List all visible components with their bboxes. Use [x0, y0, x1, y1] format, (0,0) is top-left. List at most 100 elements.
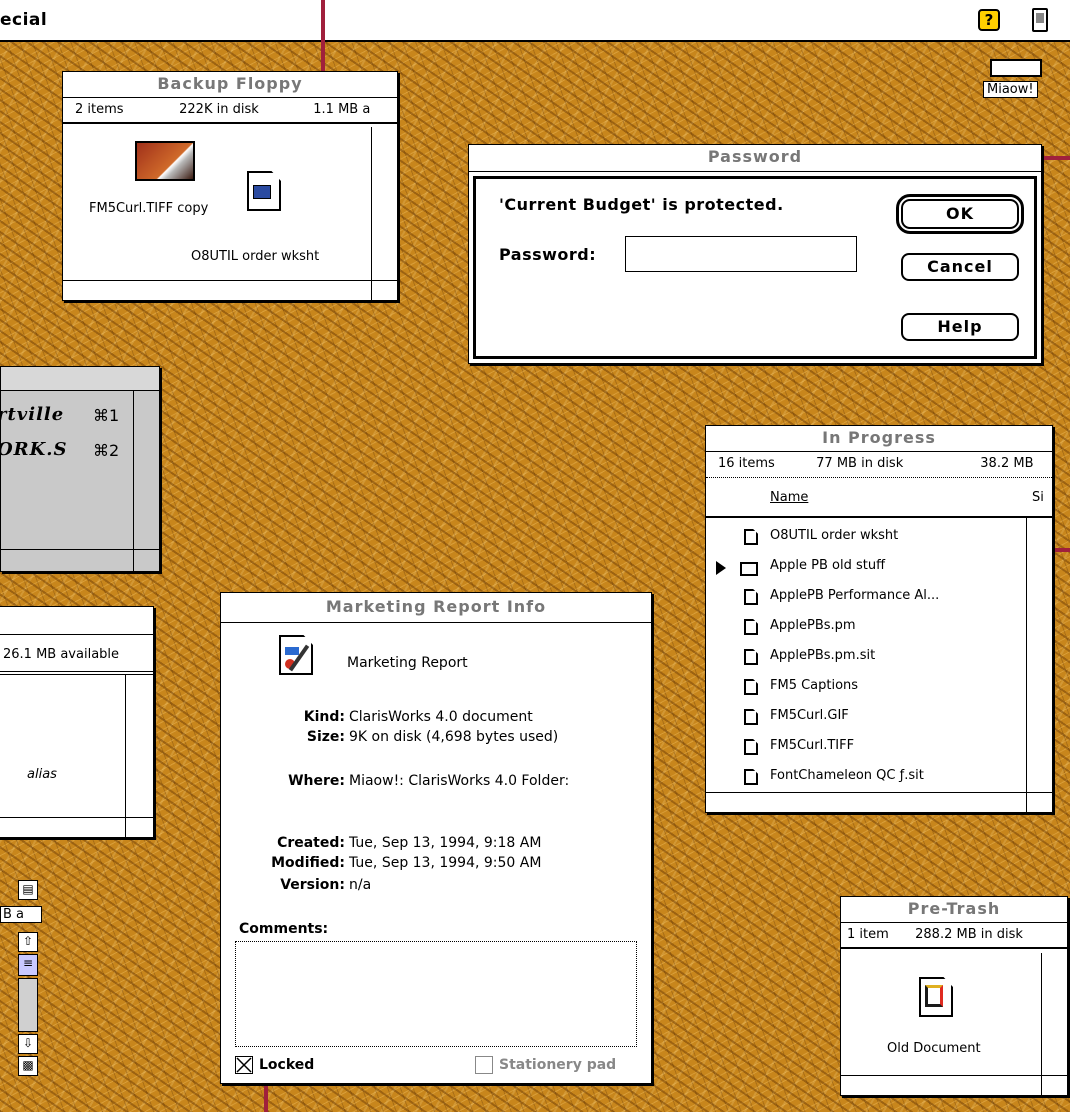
disk-available: 26.1 MB available: [3, 647, 120, 662]
application-icon[interactable]: [1032, 8, 1048, 32]
disk-window[interactable]: 26.1 MB available alias: [0, 606, 154, 838]
locked-label[interactable]: Locked: [259, 1057, 314, 1073]
column-header-name[interactable]: Name: [770, 490, 808, 505]
in-progress-window[interactable]: In Progress 16 items 77 MB in disk 38.2 …: [705, 425, 1053, 813]
document-icon: [744, 739, 758, 755]
document-icon: [744, 709, 758, 725]
document-icon[interactable]: [279, 635, 315, 679]
list-item[interactable]: ApplePB Performance Al...: [706, 584, 1026, 612]
help-button[interactable]: Help: [901, 313, 1019, 341]
disk-available: 1.1 MB a: [313, 102, 371, 117]
window-title[interactable]: Backup Floppy: [63, 72, 397, 98]
scroll-down-icon[interactable]: ⇩: [18, 1034, 38, 1054]
resize-box-icon[interactable]: ▩: [18, 1056, 38, 1076]
window-info-bar: 16 items 77 MB in disk 38.2 MB: [706, 452, 1052, 478]
list-item[interactable]: FM5Curl.TIFF: [706, 734, 1026, 762]
partial-size-label: B a: [0, 906, 42, 923]
backup-floppy-window[interactable]: Backup Floppy 2 items 222K in disk 1.1 M…: [62, 71, 398, 301]
pre-trash-window[interactable]: Pre-Trash 1 item 288.2 MB in disk Old Do…: [840, 896, 1068, 1096]
column-header-size[interactable]: Si: [1032, 490, 1044, 505]
document-icon: [744, 589, 758, 605]
horizontal-scrollbar[interactable]: [0, 817, 153, 837]
file-label[interactable]: O8UTIL order wksht: [191, 249, 319, 264]
list-item-label: ApplePB Performance Al...: [770, 588, 940, 603]
document-icon: [744, 649, 758, 665]
alias-label[interactable]: alias: [27, 767, 57, 782]
comments-field[interactable]: [235, 941, 637, 1047]
scroll-track[interactable]: [18, 978, 38, 1032]
cancel-button[interactable]: Cancel: [901, 253, 1019, 281]
document-icon[interactable]: [919, 977, 953, 1017]
scroll-thumb[interactable]: ≡: [18, 954, 38, 976]
file-label[interactable]: Old Document: [887, 1041, 981, 1056]
font-item-shortcut: ⌘1: [93, 406, 120, 425]
font-window-titlebar[interactable]: [1, 367, 159, 391]
list-item[interactable]: FontChameleon QC ƒ.sit: [706, 764, 1026, 792]
document-name: Marketing Report: [347, 655, 468, 671]
list-item-label: ApplePBs.pm: [770, 618, 856, 633]
password-field[interactable]: [625, 236, 857, 272]
password-label: Password:: [499, 245, 597, 264]
window-title[interactable]: In Progress: [706, 426, 1052, 452]
horizontal-scrollbar[interactable]: [841, 1075, 1067, 1095]
item-count: 16 items: [718, 456, 775, 471]
column-header-row: Name Si: [706, 480, 1052, 518]
locked-checkbox[interactable]: [235, 1056, 253, 1074]
hard-disk-label[interactable]: Miaow!: [983, 81, 1038, 98]
vertical-scrollbar[interactable]: [371, 127, 397, 300]
vertical-scrollbar[interactable]: [133, 391, 159, 571]
stationery-label[interactable]: Stationery pad: [499, 1057, 616, 1073]
list-item-label: Apple PB old stuff: [770, 558, 886, 573]
window-title[interactable]: Pre-Trash: [841, 897, 1067, 923]
horizontal-scrollbar[interactable]: [63, 280, 397, 300]
ok-button[interactable]: OK: [896, 194, 1024, 234]
info-window[interactable]: Marketing Report Info Marketing Report K…: [220, 592, 652, 1084]
horizontal-scrollbar[interactable]: [706, 792, 1052, 812]
list-item[interactable]: O8UTIL order wksht: [706, 524, 1026, 552]
horizontal-scrollbar[interactable]: [1, 549, 159, 571]
list-item-label: FontChameleon QC ƒ.sit: [770, 768, 924, 783]
where-label: Where:: [288, 773, 345, 789]
spreadsheet-document-icon[interactable]: [247, 171, 281, 211]
window-titlebar[interactable]: [0, 607, 153, 635]
list-item[interactable]: ApplePBs.pm.sit: [706, 644, 1026, 672]
window-content: FM5Curl.TIFF copy O8UTIL order wksht: [63, 127, 397, 300]
list-item[interactable]: ApplePBs.pm: [706, 614, 1026, 642]
font-item-name[interactable]: rtville: [0, 404, 64, 425]
vertical-scrollbar[interactable]: [1041, 953, 1067, 1095]
window-content: Old Document: [841, 953, 1067, 1095]
password-dialog[interactable]: Password 'Current Budget' is protected. …: [468, 144, 1042, 364]
document-icon: [744, 529, 758, 545]
disk-usage: 222K in disk: [179, 102, 259, 117]
disclosure-triangle-icon[interactable]: [716, 561, 726, 575]
hard-disk-icon[interactable]: [990, 59, 1042, 77]
list-item[interactable]: FM5 Captions: [706, 674, 1026, 702]
vertical-scrollbar[interactable]: [125, 675, 153, 837]
menu-bar: ecial ?: [0, 0, 1070, 42]
file-label[interactable]: FM5Curl.TIFF copy: [89, 201, 208, 216]
disk-usage: 77 MB in disk: [816, 456, 904, 471]
created-label: Created:: [277, 835, 345, 851]
modified-value: Tue, Sep 13, 1994, 9:50 AM: [349, 855, 542, 871]
created-value: Tue, Sep 13, 1994, 9:18 AM: [349, 835, 542, 851]
list-item-label: O8UTIL order wksht: [770, 528, 899, 543]
zoom-box-icon[interactable]: ▤: [18, 880, 38, 900]
stationery-checkbox[interactable]: [475, 1056, 493, 1074]
font-window[interactable]: rtville ⌘1 ORK.S ⌘2: [0, 366, 160, 572]
document-icon: [744, 679, 758, 695]
help-icon[interactable]: ?: [978, 9, 1000, 31]
vertical-scrollbar[interactable]: [1026, 518, 1052, 812]
list-item[interactable]: FM5Curl.GIF: [706, 704, 1026, 732]
menu-special[interactable]: ecial: [0, 10, 47, 30]
scroll-control-strip: ▤ B a ⇧ ≡ ⇩ ▩: [0, 880, 42, 1080]
list-item-label: FM5Curl.GIF: [770, 708, 849, 723]
window-title[interactable]: Marketing Report Info: [221, 593, 651, 623]
font-item-name[interactable]: ORK.S: [0, 439, 68, 460]
tiff-image-icon[interactable]: [135, 141, 195, 181]
scroll-up-icon[interactable]: ⇧: [18, 932, 38, 952]
callout-line-top: [321, 0, 325, 82]
list-item[interactable]: Apple PB old stuff: [706, 554, 1026, 582]
version-value: n/a: [349, 877, 372, 893]
window-info-bar: 1 item 288.2 MB in disk: [841, 923, 1067, 949]
dialog-title[interactable]: Password: [469, 145, 1041, 172]
